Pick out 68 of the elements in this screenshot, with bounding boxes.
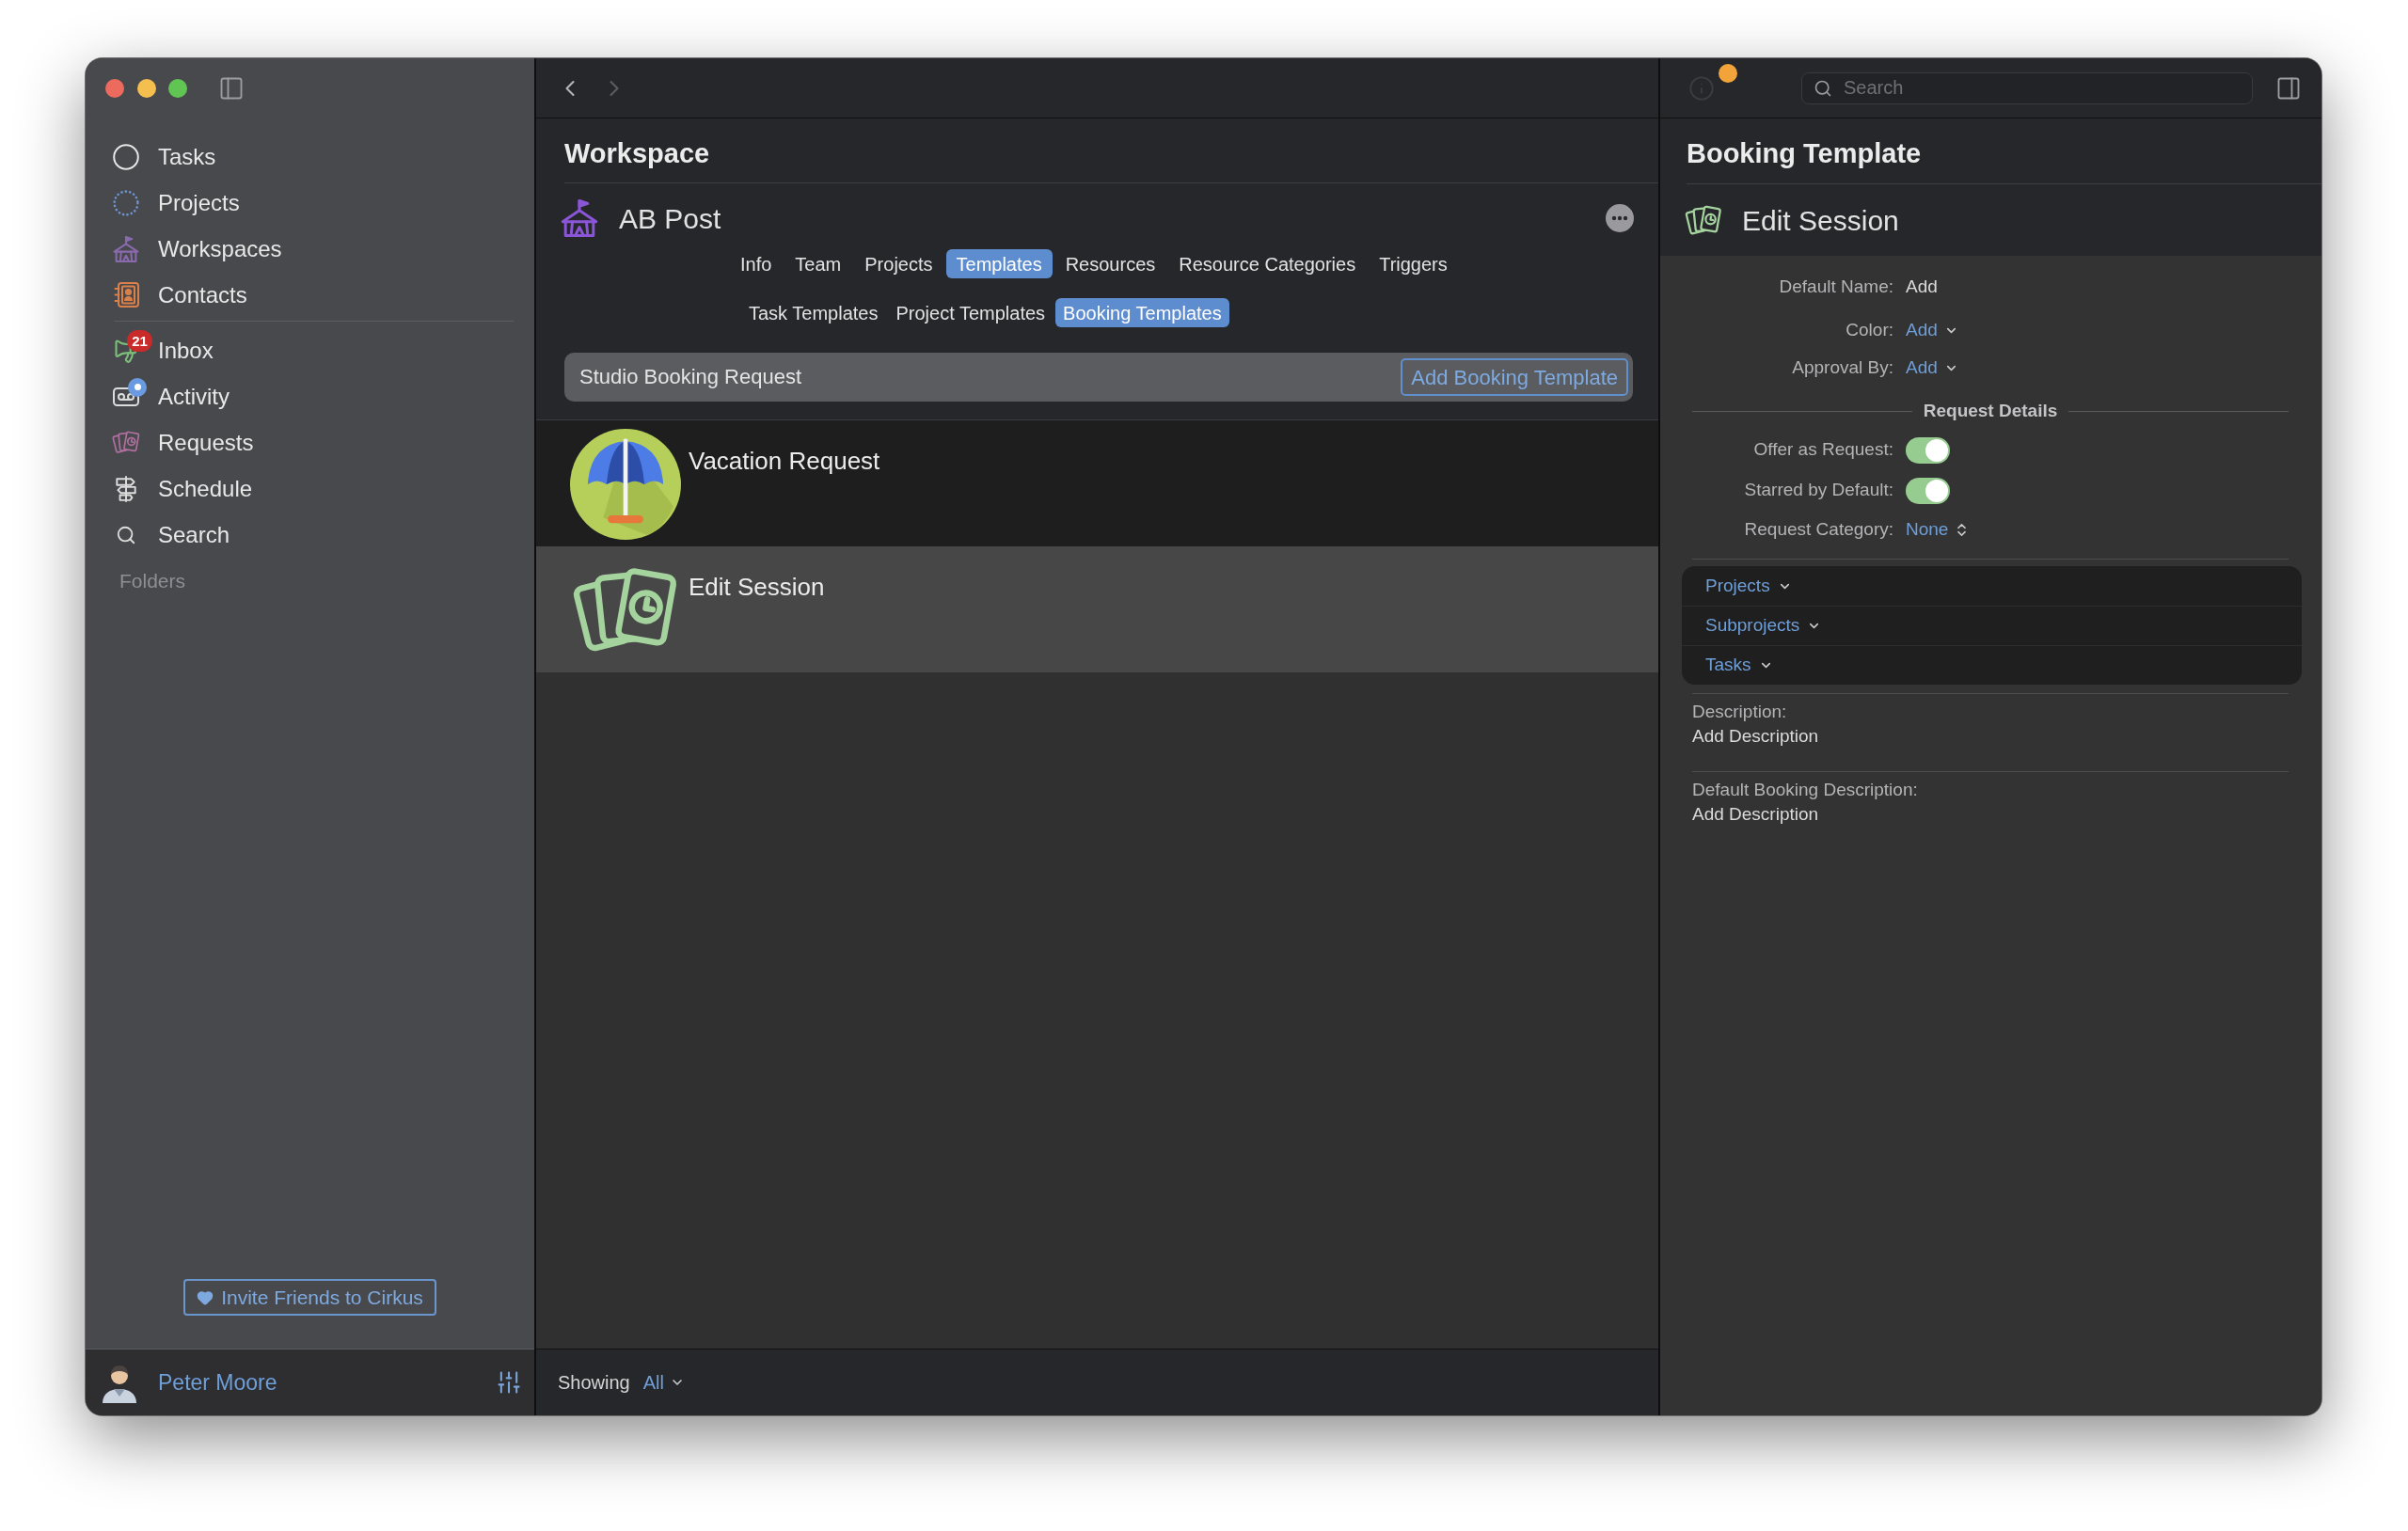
section-heading: Folders xyxy=(119,569,186,593)
popup-menu[interactable]: None xyxy=(1906,515,1971,544)
count-badge: 21 xyxy=(127,330,152,352)
signpost-icon xyxy=(116,475,136,502)
tent-icon xyxy=(113,235,139,262)
description-field[interactable]: Add Description xyxy=(1692,802,1819,827)
template-row[interactable]: Vacation Request xyxy=(536,420,1658,546)
section-heading: Request Details xyxy=(1923,399,2058,422)
cards-icon xyxy=(1685,204,1722,236)
field-label: Color: xyxy=(1846,318,1893,341)
workspace-name: AB Post xyxy=(619,201,721,236)
sidebar-item[interactable]: Search xyxy=(93,512,527,558)
cards-icon xyxy=(112,431,140,454)
sliders-icon[interactable] xyxy=(496,1369,522,1396)
field-label: Default Name: xyxy=(1779,275,1893,298)
subtab[interactable]: Task Templates xyxy=(741,298,886,327)
tab[interactable]: Projects xyxy=(854,249,943,278)
close-icon[interactable] xyxy=(105,79,124,98)
sidebar-item[interactable]: Schedule xyxy=(93,466,527,512)
sidebar-item[interactable]: Tasks xyxy=(93,134,527,180)
tab[interactable]: Info xyxy=(730,249,783,278)
tab[interactable]: Resources xyxy=(1054,249,1166,278)
sidebar-item[interactable]: Activity xyxy=(93,373,527,419)
tab[interactable]: Resource Categories xyxy=(1168,249,1367,278)
more-icon[interactable] xyxy=(1606,204,1634,232)
filter-dropdown[interactable]: All xyxy=(642,1368,685,1397)
popup-menu[interactable]: Add xyxy=(1906,354,1958,382)
field-label: Starred by Default: xyxy=(1744,479,1893,502)
sidebar-item[interactable]: Workspaces xyxy=(93,226,527,272)
dropdown-link[interactable]: Projects xyxy=(1705,572,1792,600)
address-book-icon xyxy=(113,282,139,308)
dotted-circle-icon xyxy=(113,189,139,216)
page-title: Workspace xyxy=(564,137,710,170)
dropdown-link[interactable]: Tasks xyxy=(1705,652,1773,679)
field-label: Approval By: xyxy=(1792,355,1893,379)
filter-label: Showing xyxy=(558,1371,630,1395)
tab[interactable]: Triggers xyxy=(1369,249,1458,278)
heart-icon xyxy=(197,1288,214,1306)
sidebar-item[interactable]: Contacts xyxy=(93,272,527,318)
search-icon xyxy=(1814,78,1832,98)
tab[interactable]: Team xyxy=(784,249,852,278)
description-label: Description: xyxy=(1692,701,1787,723)
search-field[interactable]: Search xyxy=(1801,71,2253,104)
zoom-icon[interactable] xyxy=(168,79,187,98)
toggle-switch[interactable] xyxy=(1906,477,1950,504)
circle-icon xyxy=(113,143,139,170)
name-field[interactable]: Add xyxy=(1906,273,1938,301)
sidebar-item[interactable]: Projects xyxy=(93,180,527,226)
description-label: Default Booking Description: xyxy=(1692,779,1918,801)
inspector-title: Booking Template xyxy=(1687,137,1922,170)
description-field[interactable]: Add Description xyxy=(1692,724,1819,749)
search-icon xyxy=(116,524,136,545)
sidebar-item[interactable]: Requests xyxy=(93,419,527,466)
field-label: Offer as Request: xyxy=(1753,438,1893,462)
sidebar-toggle-icon[interactable] xyxy=(218,75,245,102)
cassette-icon xyxy=(113,387,139,406)
template-row[interactable]: Edit Session xyxy=(536,546,1658,672)
user-name[interactable]: Peter Moore xyxy=(158,1365,277,1399)
subtab[interactable]: Project Templates xyxy=(888,298,1054,327)
tent-icon xyxy=(561,199,598,237)
toggle-switch[interactable] xyxy=(1906,436,1950,464)
minimize-icon[interactable] xyxy=(137,79,156,98)
dropdown-link[interactable]: Subprojects xyxy=(1705,612,1822,639)
umbrella-icon xyxy=(570,429,681,540)
popup-menu[interactable]: Add xyxy=(1906,316,1958,344)
field-label: Request Category: xyxy=(1744,517,1893,541)
template-name: Edit Session xyxy=(1742,203,1899,238)
invite-button[interactable]: Invite Friends to Cirkus xyxy=(183,1279,436,1316)
